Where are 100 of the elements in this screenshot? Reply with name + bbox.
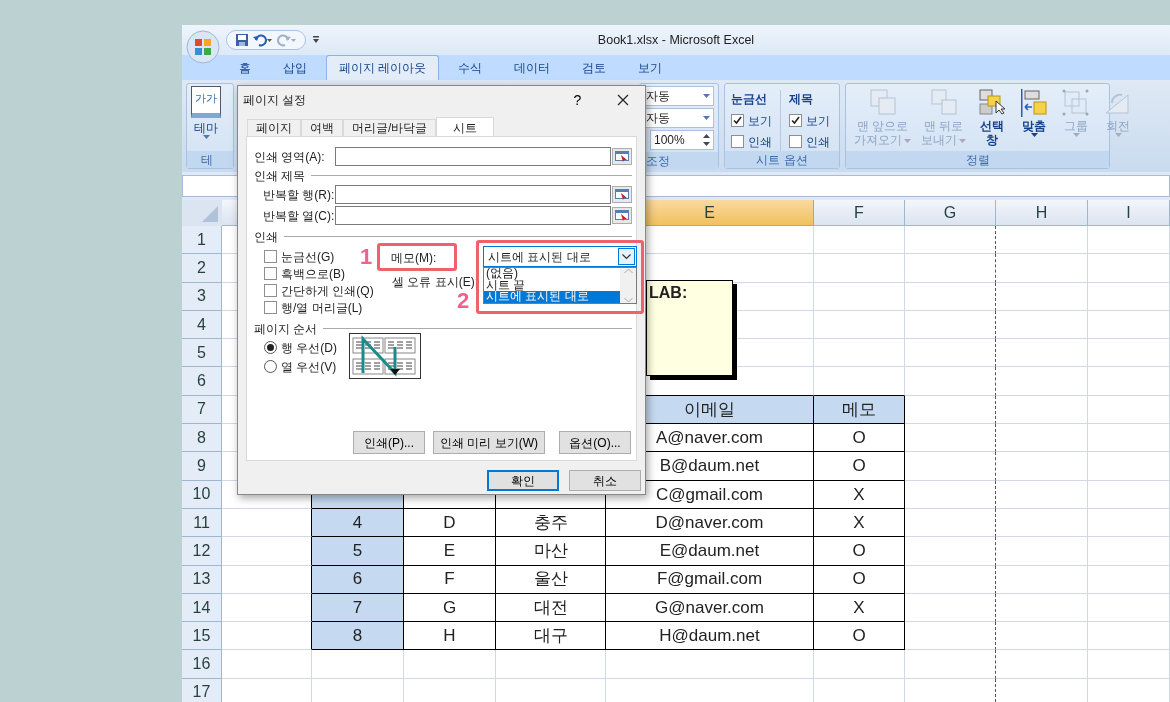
input-field[interactable] <box>335 206 611 225</box>
arrange-button[interactable]: 맞춤 <box>1018 87 1050 151</box>
row-header[interactable]: 10 <box>182 480 222 509</box>
ribbon-tab[interactable]: 수식 <box>445 55 496 80</box>
dropdown-option[interactable]: 시트 끝 <box>484 279 620 292</box>
select-all-corner[interactable] <box>182 200 222 226</box>
grid-cell[interactable] <box>905 537 996 566</box>
row-header[interactable]: 3 <box>182 282 222 311</box>
checkbox[interactable] <box>264 267 277 280</box>
column-header[interactable]: G <box>905 200 996 226</box>
ribbon-tab[interactable]: 삽입 <box>270 55 320 80</box>
grid-cell[interactable] <box>905 424 996 453</box>
row-header[interactable]: 4 <box>182 310 222 340</box>
themes-button[interactable]: 가가 테마 <box>191 86 221 149</box>
arrange-button[interactable]: 선택 창 <box>976 87 1008 151</box>
row-header[interactable]: 9 <box>182 452 222 481</box>
ribbon-tab[interactable]: 검토 <box>569 55 620 80</box>
grid-cell[interactable] <box>905 226 996 255</box>
ribbon-tab[interactable]: 보기 <box>625 55 676 80</box>
row-header[interactable]: 16 <box>182 650 222 679</box>
collapse-button[interactable] <box>612 148 632 165</box>
row-header[interactable]: 14 <box>182 593 222 623</box>
dialog-button[interactable]: 인쇄(P)... <box>353 431 425 454</box>
row-header[interactable]: 1 <box>182 226 222 255</box>
grid-cell[interactable] <box>905 254 996 283</box>
column-header[interactable]: F <box>814 200 905 226</box>
checkbox[interactable] <box>731 114 744 127</box>
table-cell: O <box>814 424 905 453</box>
scrollbar[interactable] <box>620 268 636 303</box>
checkbox[interactable] <box>788 135 802 148</box>
dialog-button[interactable]: 취소 <box>569 470 641 491</box>
dialog-tab[interactable]: 여백 <box>301 119 343 136</box>
dropdown[interactable]: 시트에 표시된 대로 <box>483 246 637 267</box>
checkbox[interactable] <box>264 284 277 297</box>
button-label: 맨 앞으로 <box>856 119 909 134</box>
collapse-button[interactable] <box>612 207 632 224</box>
field-label: 반복할 열(C): <box>263 207 335 225</box>
radio-button[interactable] <box>264 360 277 373</box>
ribbon-tab[interactable]: 홈 <box>226 55 264 80</box>
row-header[interactable]: 8 <box>182 424 222 453</box>
grid-cell[interactable] <box>905 622 996 651</box>
input-field[interactable] <box>335 147 611 166</box>
row-header[interactable]: 5 <box>182 339 222 368</box>
checkbox[interactable] <box>264 250 277 263</box>
undo-icon[interactable] <box>253 33 273 47</box>
dialog-tab[interactable]: 페이지 <box>247 119 301 136</box>
grid-cell[interactable] <box>905 339 996 368</box>
scale-spinner[interactable]: 100% <box>650 130 714 150</box>
help-button[interactable]: ? <box>555 86 600 114</box>
row-header[interactable]: 13 <box>182 565 222 594</box>
grid-cell[interactable] <box>905 593 996 623</box>
table-cell: E <box>404 537 496 566</box>
grid-cell[interactable] <box>905 650 996 679</box>
checkbox[interactable] <box>731 135 744 148</box>
scroll-up-icon[interactable] <box>623 268 633 274</box>
dialog-tab[interactable]: 시트 <box>436 117 495 137</box>
dropdown-option[interactable]: (없음) <box>484 268 620 280</box>
table-cell: X <box>814 480 905 509</box>
button-label: 보내기 <box>921 133 957 148</box>
row-header[interactable]: 7 <box>182 395 222 425</box>
row-header[interactable]: 15 <box>182 622 222 651</box>
grid-cell[interactable] <box>905 480 996 509</box>
button-label: 그룹 <box>1064 119 1088 134</box>
caret-icon <box>703 116 710 120</box>
caret-icon <box>1114 133 1122 138</box>
row-header[interactable]: 6 <box>182 367 222 396</box>
spinner-arrows-icon[interactable] <box>703 134 710 146</box>
table-cell: 7 <box>312 593 404 623</box>
collapse-button[interactable] <box>612 186 632 203</box>
section-title: 인쇄 <box>254 228 278 246</box>
customize-arrow-icon[interactable] <box>312 36 320 44</box>
grid-cell[interactable] <box>905 282 996 311</box>
checkbox[interactable] <box>264 301 277 314</box>
dialog-button[interactable]: 옵션(O)... <box>559 431 631 454</box>
dialog-button[interactable]: 확인 <box>487 470 559 491</box>
dropdown-option[interactable]: 시트에 표시된 대로 <box>484 291 620 303</box>
column-header[interactable]: I <box>1088 200 1170 226</box>
grid-cell[interactable] <box>905 452 996 481</box>
grid-cell[interactable] <box>905 508 996 538</box>
input-field[interactable] <box>335 185 611 204</box>
section-title: 인쇄 제목 <box>254 167 306 185</box>
row-header[interactable]: 11 <box>182 508 222 538</box>
grid-cell[interactable] <box>905 367 996 396</box>
row-header[interactable]: 2 <box>182 254 222 283</box>
grid-cell[interactable] <box>905 395 996 425</box>
grid-cell[interactable] <box>905 310 996 340</box>
row-header[interactable]: 17 <box>182 678 222 702</box>
checkbox[interactable] <box>788 114 802 127</box>
ribbon-tab[interactable]: 데이터 <box>501 55 564 80</box>
row-header[interactable]: 12 <box>182 537 222 566</box>
column-header[interactable]: H <box>996 200 1088 226</box>
dialog-button[interactable]: 인쇄 미리 보기(W) <box>433 431 545 454</box>
radio-button[interactable] <box>264 341 277 354</box>
button-label: 창 <box>986 133 998 148</box>
ribbon-tab[interactable]: 페이지 레이아웃 <box>326 55 440 80</box>
dialog-tab[interactable]: 머리글/바닥글 <box>343 119 437 136</box>
scroll-down-icon[interactable] <box>623 297 633 303</box>
save-icon[interactable] <box>235 33 249 47</box>
grid-cell[interactable] <box>905 565 996 594</box>
table-cell: 충주 <box>496 508 606 538</box>
